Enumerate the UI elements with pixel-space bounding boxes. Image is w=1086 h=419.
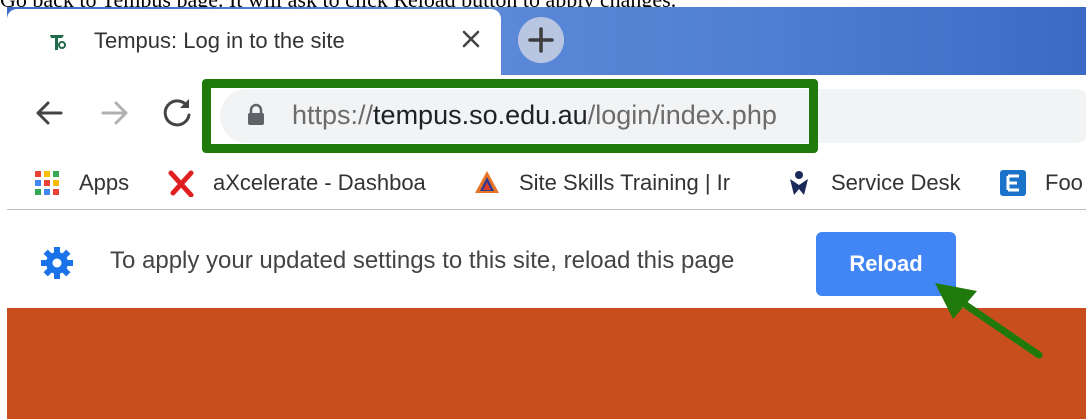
bookmarks-bar: Apps aXcelerate - Dashboa Site Skills Tr… — [7, 157, 1086, 210]
bookmark-site-skills[interactable]: Site Skills Training | Ir — [473, 165, 730, 201]
e-letter-icon — [1000, 170, 1026, 196]
browser-window: Tempus: Log in to the site https://tempu… — [7, 7, 1086, 419]
site-skills-logo-icon — [475, 171, 499, 193]
tab-title: Tempus: Log in to the site — [94, 28, 345, 53]
arrow-left-icon[interactable] — [31, 95, 67, 131]
bookmark-label: Site Skills Training | Ir — [519, 170, 731, 195]
page-header-banner — [7, 308, 1086, 419]
tab-tempus-login[interactable]: Tempus: Log in to the site — [7, 9, 501, 75]
tab-strip: Tempus: Log in to the site — [7, 7, 1086, 75]
apps-grid-icon — [35, 171, 59, 195]
reload-infobar: To apply your updated settings to this s… — [7, 210, 1086, 309]
bookmark-label: Service Desk — [831, 170, 961, 195]
gear-icon — [41, 247, 73, 279]
bookmark-apps[interactable]: Apps — [33, 165, 129, 201]
plus-icon — [528, 27, 554, 53]
close-icon[interactable] — [459, 27, 483, 51]
new-tab-button[interactable] — [518, 17, 564, 63]
axcelerate-x-icon — [168, 170, 194, 197]
service-desk-icon — [790, 171, 808, 195]
tempus-logo-icon — [50, 35, 66, 50]
bookmark-label: Foo — [1045, 170, 1083, 195]
infobar-message: To apply your updated settings to this s… — [110, 247, 735, 274]
bookmark-axcelerate[interactable]: aXcelerate - Dashboa — [167, 165, 426, 201]
bookmark-label: aXcelerate - Dashboa — [213, 170, 426, 195]
bookmark-label: Apps — [79, 170, 130, 195]
address-highlight-annotation — [202, 79, 818, 153]
arrow-right-icon[interactable] — [97, 95, 133, 131]
bookmark-foo[interactable]: Foo — [999, 165, 1083, 201]
refresh-icon[interactable] — [160, 95, 196, 131]
bookmark-service-desk[interactable]: Service Desk — [785, 165, 961, 201]
annotation-arrow-icon — [935, 283, 1043, 359]
